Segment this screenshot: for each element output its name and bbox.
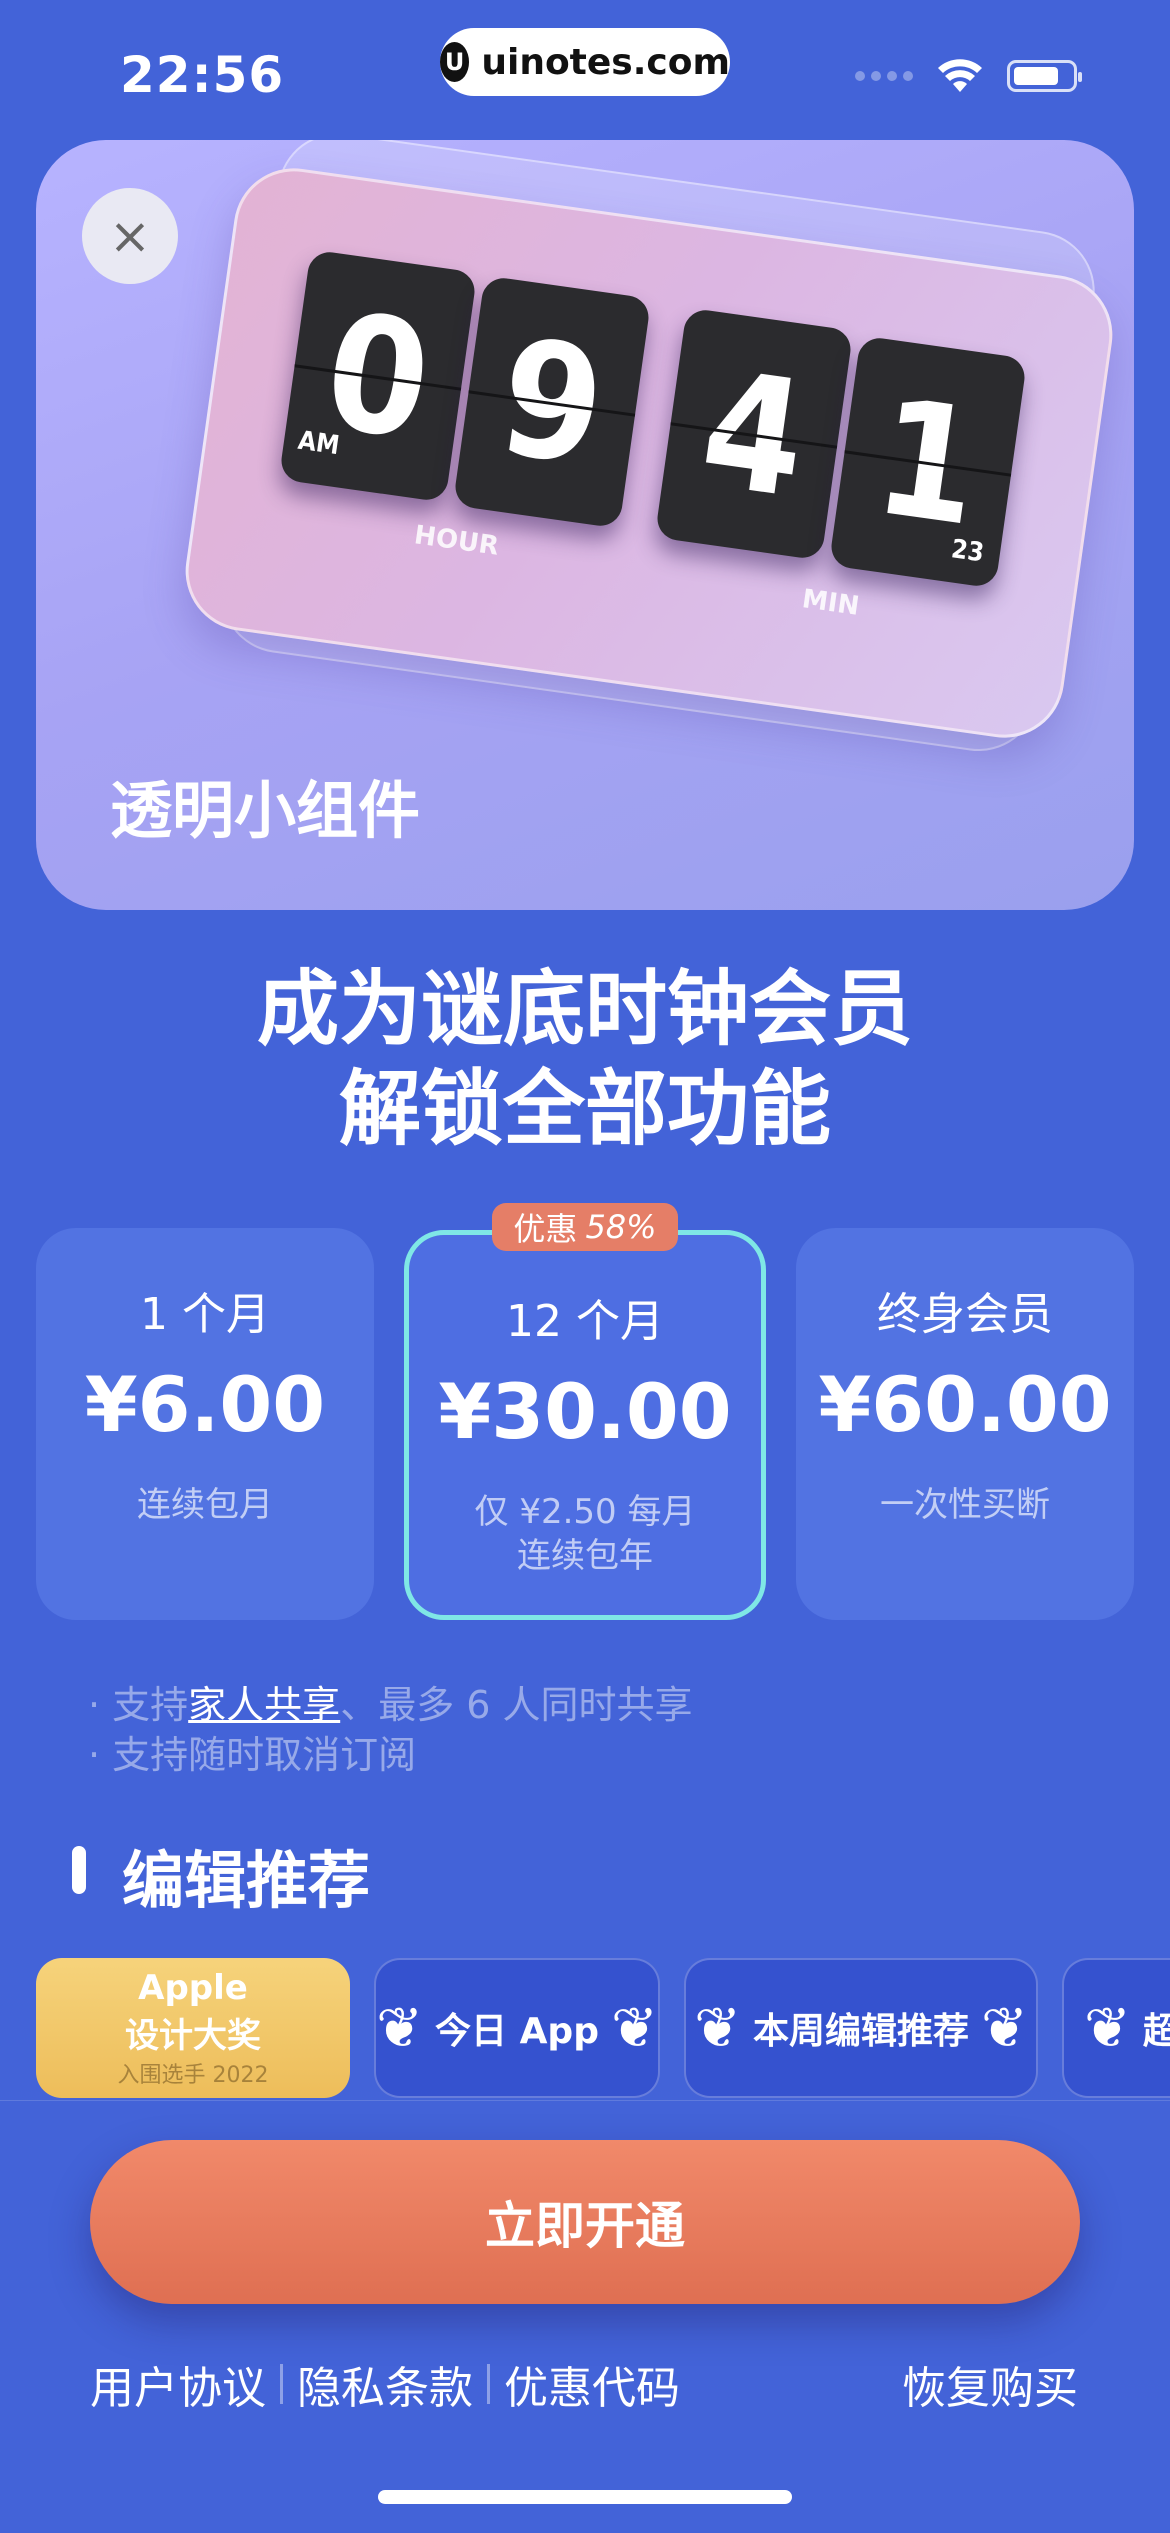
footer-links: 用户协议 隐私条款 优惠代码 [90, 2352, 680, 2416]
section-title: 编辑推荐 [122, 1844, 371, 1917]
laurel-left-icon: ❦ [694, 1995, 741, 2061]
plan-desc: 一次性买断 [880, 1485, 1050, 1525]
award-label: 超 [1142, 2011, 1170, 2052]
restore-purchase-link[interactable]: 恢复购买 [902, 2352, 1078, 2416]
plan-yearly[interactable]: 12 个月 ¥30.00 仅 ¥2.50 每月 连续包年 [404, 1230, 766, 1620]
flip-digit-hour-ones: 9 [452, 275, 652, 529]
promo-code-link[interactable]: 优惠代码 [504, 2352, 680, 2416]
flip-digit-min-ones: 1 23 [828, 335, 1028, 589]
watermark-text: uinotes.com [481, 41, 730, 83]
discount-percent: 58% [585, 1208, 657, 1246]
award-finalist: 入围选手 2022 [117, 2062, 269, 2088]
close-button[interactable]: × [82, 188, 178, 284]
wifi-icon [938, 59, 982, 92]
family-sharing-note: · 支持家人共享、最多 6 人同时共享 [88, 1683, 693, 1727]
subscribe-button[interactable]: 立即开通 [90, 2140, 1080, 2304]
plan-monthly[interactable]: 1 个月 ¥6.00 连续包月 [36, 1228, 374, 1620]
seconds-label: 23 [949, 534, 986, 569]
plan-price: ¥30.00 [438, 1367, 732, 1456]
laurel-right-icon: ❦ [981, 1995, 1028, 2061]
user-agreement-link[interactable]: 用户协议 [90, 2352, 266, 2416]
discount-label: 优惠 [513, 1210, 578, 1248]
plan-price: ¥6.00 [84, 1360, 326, 1449]
status-icons [855, 58, 1082, 94]
home-indicator[interactable] [378, 2490, 792, 2504]
subscription-notes: · 支持家人共享、最多 6 人同时共享 · 支持随时取消订阅 [88, 1680, 693, 1780]
cancel-note: · 支持随时取消订阅 [88, 1733, 417, 1777]
award-label: 今日 App [435, 2011, 599, 2052]
award-apple: Apple [138, 1967, 248, 2008]
plan-desc-line1: 仅 ¥2.50 每月 [474, 1492, 696, 1532]
subscribe-label: 立即开通 [485, 2197, 685, 2255]
headline-line1: 成为谜底时钟会员 [256, 962, 913, 1057]
link-divider [280, 2364, 283, 2404]
partial-award-badge: ❦ 超 [1062, 1958, 1170, 2098]
laurel-left-icon: ❦ [1084, 1995, 1131, 2061]
plan-desc-line2: 连续包年 [517, 1536, 653, 1576]
plan-name: 1 个月 [140, 1289, 270, 1340]
section-marker [72, 1846, 86, 1894]
award-design: 设计大奖 [125, 2015, 261, 2056]
discount-badge: 优惠 58% [492, 1203, 678, 1251]
plan-price: ¥60.00 [818, 1360, 1112, 1449]
family-sharing-link[interactable]: 家人共享 [188, 1683, 340, 1727]
plan-lifetime[interactable]: 终身会员 ¥60.00 一次性买断 [796, 1228, 1134, 1620]
plan-name: 12 个月 [506, 1296, 664, 1347]
status-time: 22:56 [120, 46, 285, 104]
award-label: 本周编辑推荐 [752, 2011, 969, 2052]
link-divider [487, 2364, 490, 2404]
hero-card: 0 AM 9 4 1 23 HOUR MIN × 透明小组件 [36, 140, 1134, 910]
watermark-logo: U [440, 42, 470, 82]
headline-line2: 解锁全部功能 [338, 1062, 831, 1157]
am-label: AM [296, 425, 342, 462]
flip-digit-hour-tens: 0 AM [278, 249, 478, 503]
plan-desc: 仅 ¥2.50 每月 连续包年 [409, 1490, 761, 1578]
privacy-link[interactable]: 隐私条款 [297, 2352, 473, 2416]
today-app-badge: ❦ 今日 App ❦ [374, 1958, 660, 2098]
watermark-pill: U uinotes.com [440, 28, 730, 96]
weekly-pick-badge: ❦ 本周编辑推荐 ❦ [684, 1958, 1038, 2098]
flip-digit-min-tens: 4 [654, 307, 854, 561]
signal-icon [855, 71, 913, 81]
laurel-left-icon: ❦ [376, 1995, 424, 2061]
laurel-right-icon: ❦ [610, 1995, 658, 2061]
close-icon: × [109, 207, 151, 265]
hero-title: 透明小组件 [110, 774, 421, 847]
battery-icon [1007, 60, 1082, 92]
plan-desc: 连续包月 [137, 1485, 273, 1525]
apple-design-award-badge: Apple 设计大奖 入围选手 2022 [36, 1958, 350, 2098]
plan-name: 终身会员 [877, 1289, 1053, 1340]
headline: 成为谜底时钟会员 解锁全部功能 [0, 960, 1170, 1160]
